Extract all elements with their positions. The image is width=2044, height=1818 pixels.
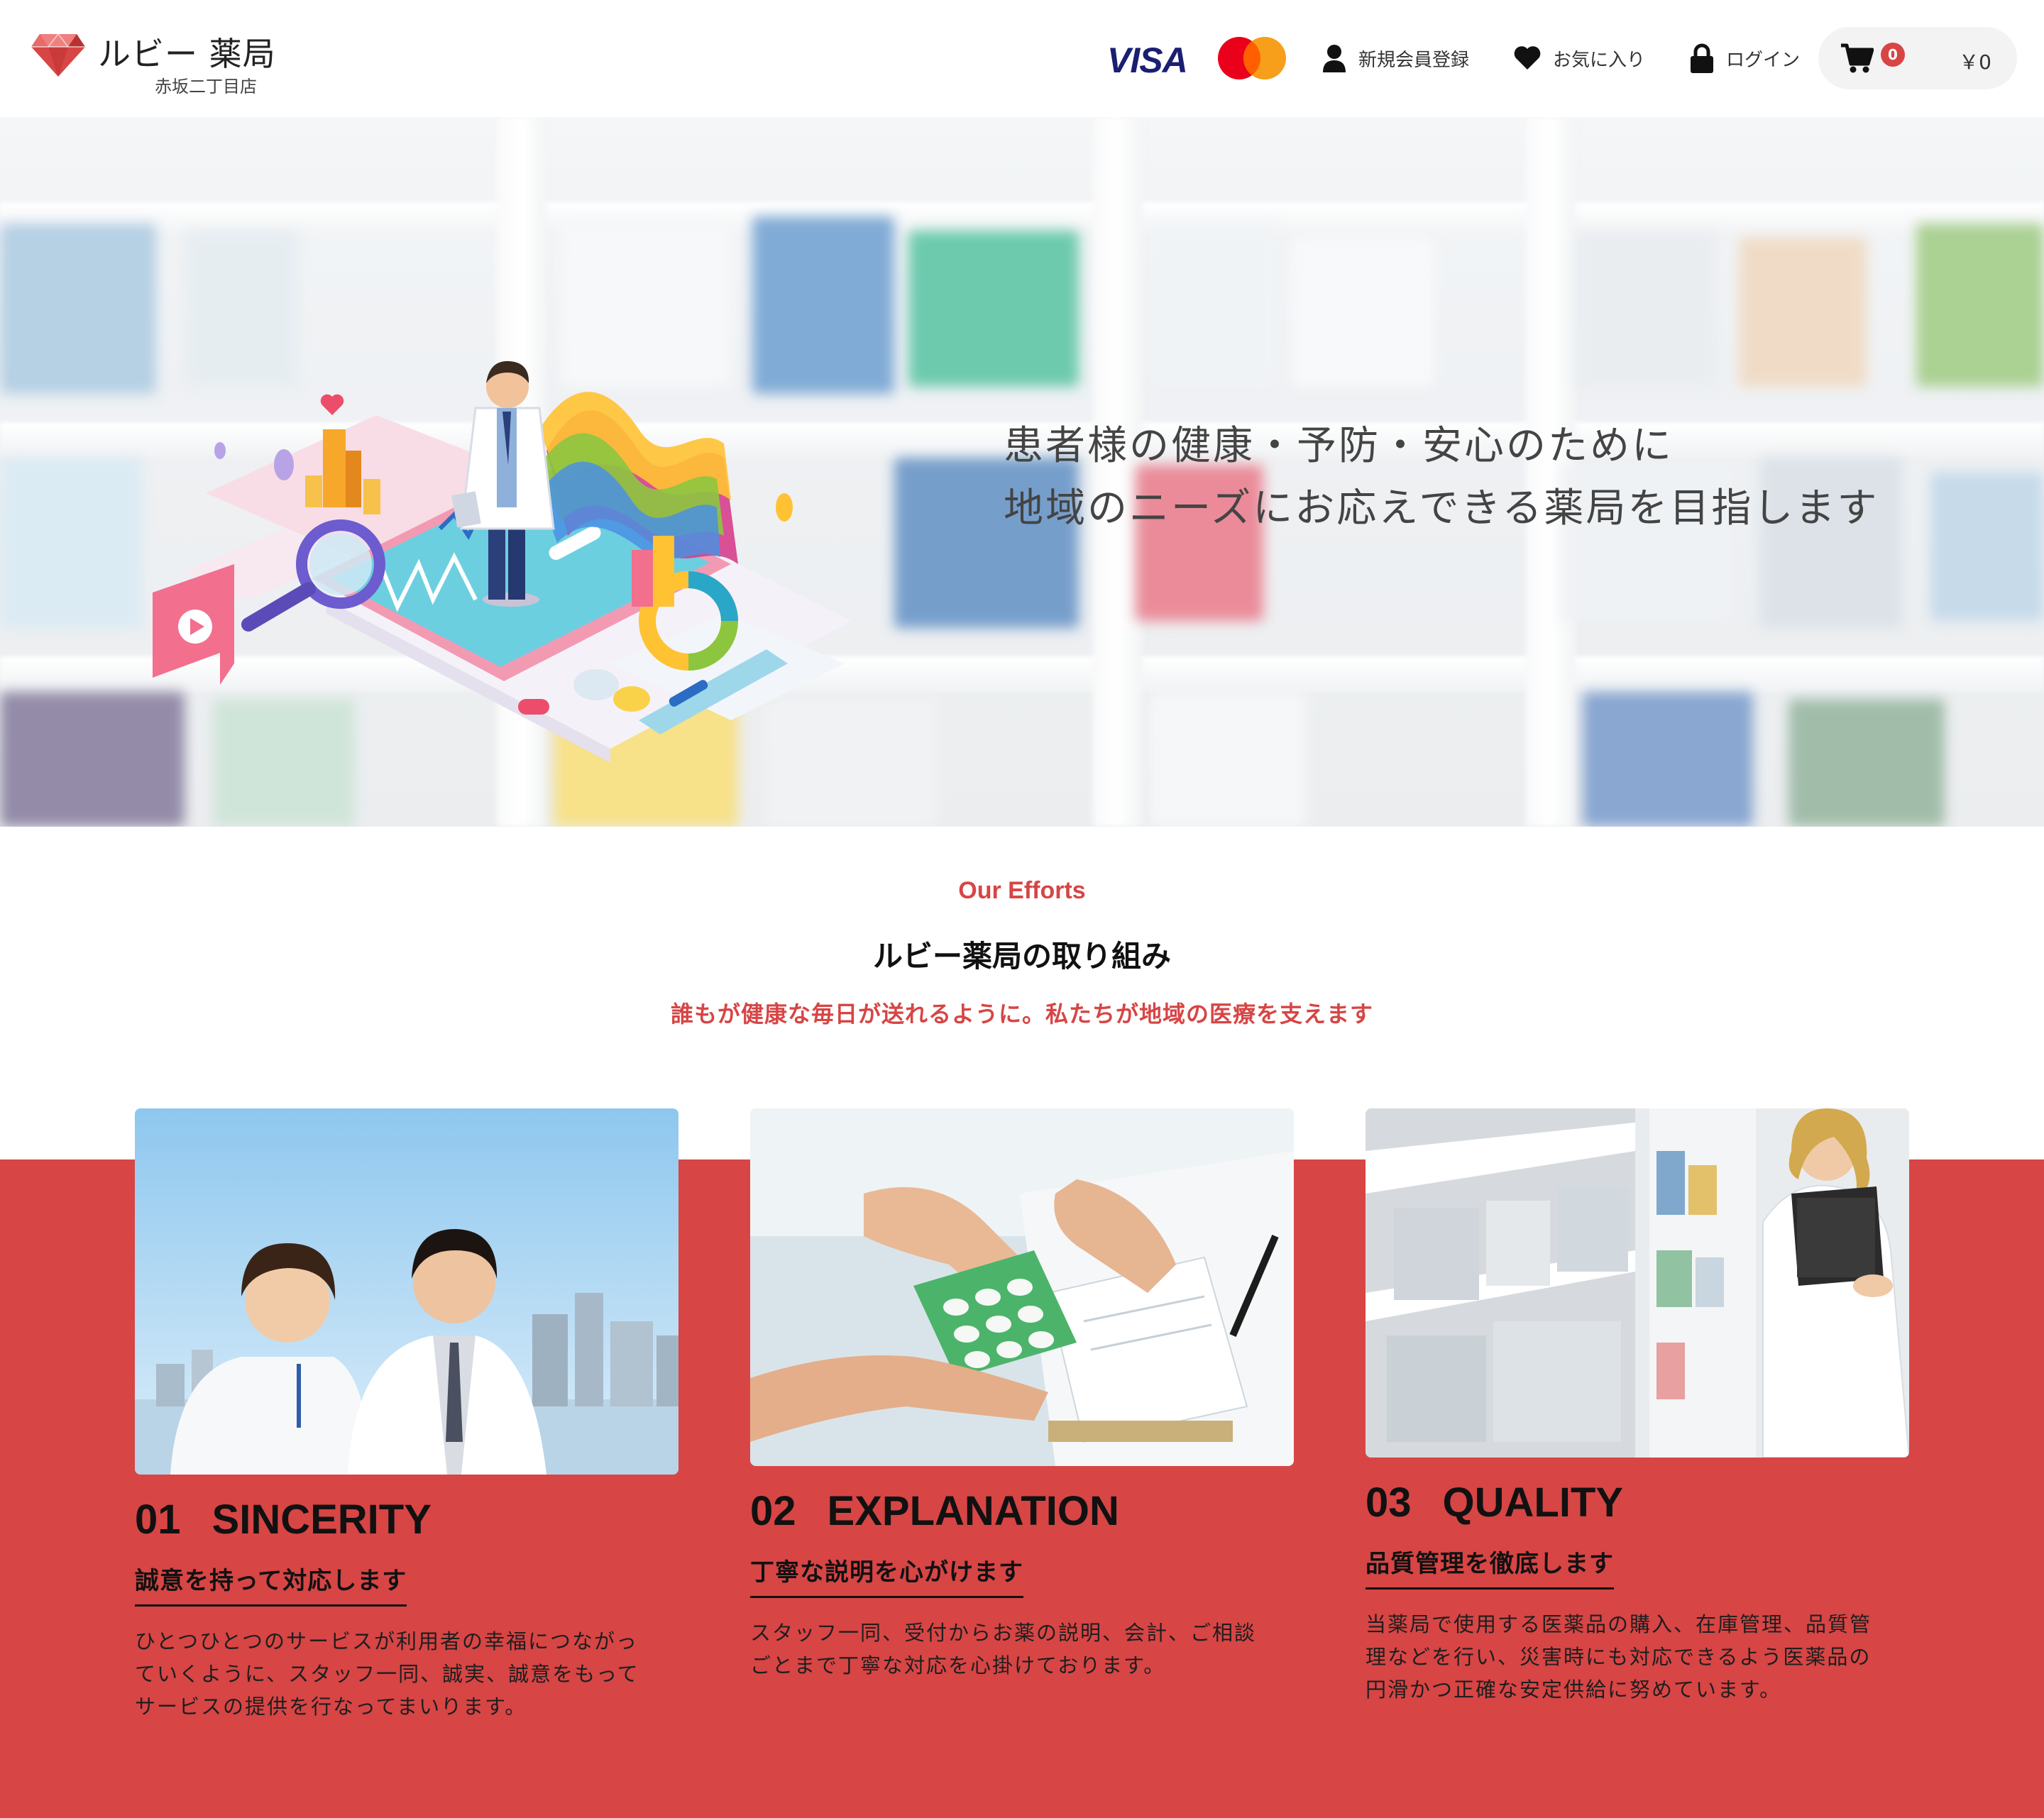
hero-line-1: 患者様の健康・予防・安心のために bbox=[1004, 423, 1674, 469]
heart-icon bbox=[1514, 46, 1541, 70]
card-body: 当薬局で使用する医薬品の購入、在庫管理、品質管 理などを行い、災害時にも対応でき… bbox=[1366, 1608, 1905, 1706]
health-data-illustration bbox=[153, 360, 852, 763]
register-link[interactable]: 新規会員登録 bbox=[1322, 41, 1469, 75]
consultation-photo bbox=[750, 1108, 1294, 1466]
card-body-line: ていくように、スタッフ一同、誠実、誠意をもって bbox=[135, 1662, 639, 1686]
mastercard-logo bbox=[1218, 37, 1286, 79]
lock-icon bbox=[1691, 43, 1713, 73]
card-title: EXPLANATION bbox=[827, 1488, 1119, 1534]
card-subtitle: 品質管理を徹底します bbox=[1366, 1544, 1614, 1590]
section-subtitle: 誰もが健康な毎日が送れるように。私たちが地域の医療を支えます bbox=[670, 1001, 1373, 1028]
visa-logo: VISA bbox=[1107, 40, 1188, 80]
card-number: 03 bbox=[1366, 1480, 1412, 1526]
card-title: QUALITY bbox=[1442, 1480, 1624, 1526]
site-logo[interactable]: ルビー 薬局 赤坂二丁目店 bbox=[30, 28, 275, 99]
hero-banner: 患者様の健康・予防・安心のために 地域のニーズにお応えできる薬局を目指します bbox=[0, 117, 2044, 827]
inventory-photo bbox=[1366, 1108, 1909, 1458]
card-body-line: ひとつひとつのサービスが利用者の幸福につながっ bbox=[135, 1629, 638, 1653]
card-body: スタッフ一同、受付からお薬の説明、会計、ご相談 ごとまで丁寧な対応を心掛けており… bbox=[750, 1616, 1290, 1682]
section-title: ルビー薬局の取り組み bbox=[872, 939, 1171, 974]
favorites-label: お気に入り bbox=[1553, 49, 1646, 71]
card-body-line: 当薬局で使用する医薬品の購入、在庫管理、品質管 bbox=[1366, 1612, 1872, 1636]
register-label: 新規会員登録 bbox=[1358, 49, 1470, 71]
card-subtitle: 丁寧な説明を心がけます bbox=[750, 1553, 1023, 1598]
login-link[interactable]: ログイン bbox=[1689, 41, 1800, 75]
card-heading: 01 SINCERITY bbox=[135, 1496, 432, 1543]
hero-line-2: 地域のニーズにお応えできる薬局を目指します bbox=[1004, 485, 1879, 531]
favorites-link[interactable]: お気に入り bbox=[1513, 41, 1645, 75]
login-label: ログイン bbox=[1726, 49, 1801, 71]
card-subtitle: 誠意を持って対応します bbox=[135, 1561, 407, 1607]
section-eyebrow: Our Efforts bbox=[958, 877, 1086, 904]
cart-total: ￥0 bbox=[1959, 50, 1991, 74]
user-icon bbox=[1323, 45, 1346, 72]
card-body-line: 理などを行い、災害時にも対応できるよう医薬品の bbox=[1366, 1645, 1872, 1669]
site-header: ルビー 薬局 赤坂二丁目店 VISA 新規会員登録 お気に入り ログイン 0 ￥… bbox=[0, 0, 2044, 117]
card-title: SINCERITY bbox=[211, 1497, 432, 1543]
cart-icon bbox=[1841, 43, 1874, 73]
card-body: ひとつひとつのサービスが利用者の幸福につながっ ていくように、スタッフ一同、誠実… bbox=[135, 1625, 674, 1723]
card-heading: 02 EXPLANATION bbox=[750, 1487, 1119, 1535]
pharmacists-image bbox=[135, 1108, 678, 1475]
card-heading: 03 QUALITY bbox=[1366, 1479, 1623, 1526]
card-number: 01 bbox=[135, 1497, 181, 1543]
card-body-line: ごとまで丁寧な対応を心掛けております。 bbox=[750, 1653, 1166, 1677]
medicine-handover-image bbox=[750, 1108, 1294, 1466]
cart-button[interactable]: 0 ￥0 bbox=[1818, 27, 2017, 89]
cart-count-badge: 0 bbox=[1881, 43, 1905, 67]
card-body-line: 円滑かつ正確な安定供給に努めています。 bbox=[1366, 1677, 1782, 1702]
brand-name: ルビー 薬局 bbox=[98, 35, 276, 73]
hero-headline: 患者様の健康・予防・安心のために 地域のニーズにお応えできる薬局を目指します bbox=[1004, 415, 1926, 540]
pharmacist-shelves-image bbox=[1366, 1108, 1909, 1458]
card-body-line: スタッフ一同、受付からお薬の説明、会計、ご相談 bbox=[750, 1621, 1257, 1645]
card-body-line: サービスの提供を行なってまいります。 bbox=[135, 1695, 527, 1719]
ruby-gem-icon bbox=[31, 33, 85, 77]
card-number: 02 bbox=[750, 1488, 796, 1534]
branch-name: 赤坂二丁目店 bbox=[155, 77, 257, 97]
staff-photo bbox=[135, 1108, 678, 1475]
